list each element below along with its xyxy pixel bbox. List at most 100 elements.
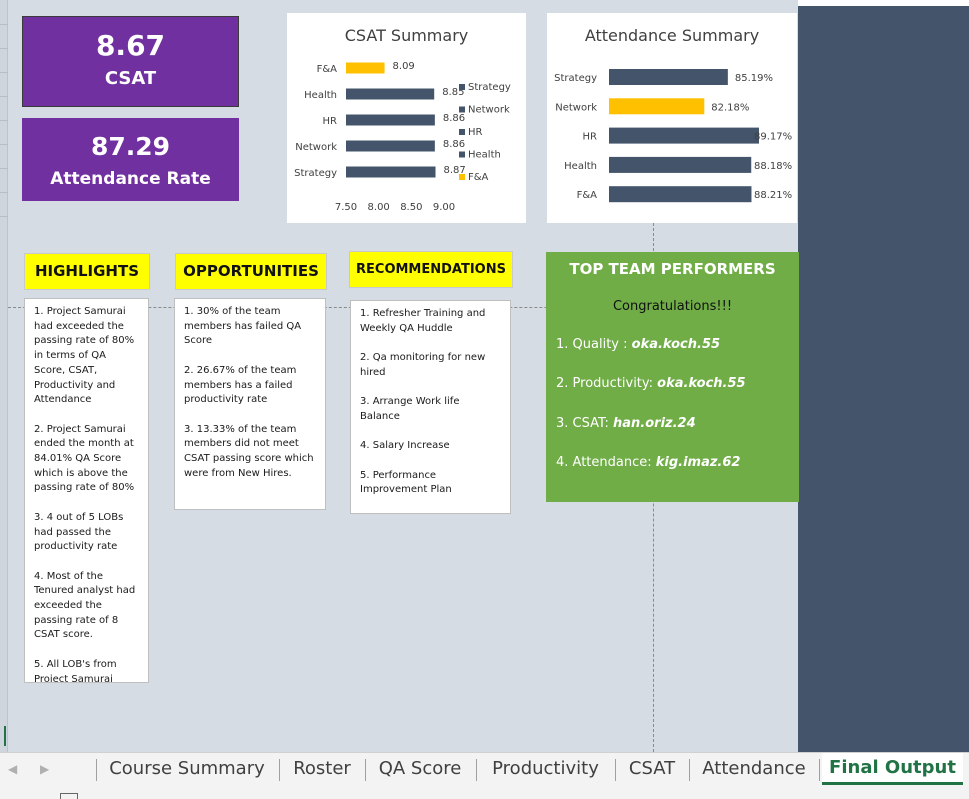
highlight-item: 1. Project Samurai had exceeded the pass… [34,306,135,406]
highlight-item: 4. Most of the Tenured analyst had excee… [34,570,136,641]
attendance-category-label: HR [583,132,598,143]
csat-legend-label: Health [468,150,501,161]
dark-side-panel [798,0,969,752]
gridline [0,192,8,193]
csat-category-label: F&A [317,64,338,75]
recommendation-item: 3. Arrange Work life Balance [360,396,460,422]
opportunity-item: 1. 30% of the team members has failed QA… [184,306,302,347]
csat-category-label: Strategy [294,168,337,179]
congratulations-text: Congratulations!!! [612,299,733,314]
tab-separator [365,759,366,781]
csat-legend-label: Network [468,105,510,116]
csat-tick-label: 8.00 [368,202,390,213]
tab-separator [279,759,280,781]
attendance-category-label: Health [564,161,597,172]
recommendation-item: 2. Qa monitoring for new hired [360,352,486,378]
csat-data-label: 8.86 [443,113,465,124]
csat-legend-swatch [459,84,465,90]
gridline [0,96,8,97]
tab-course-summary[interactable]: Course Summary [100,755,274,785]
gridline [0,168,8,169]
csat-legend-swatch [459,174,465,180]
performer-label: 4. Attendance: [556,455,656,470]
csat-bar [346,166,436,178]
csat-bar [346,88,435,100]
gridline [0,120,8,121]
attendance-bar [609,156,752,173]
panel-top-strip [798,0,969,6]
recommendation-item: 1. Refresher Training and Weekly QA Hudd… [360,308,486,334]
attendance-bar [609,186,752,203]
csat-kpi-card: 8.67 CSAT [22,16,239,107]
tab-csat[interactable]: CSAT [619,755,685,785]
tab-final-output[interactable]: Final Output [822,753,963,785]
attendance-data-label: 88.18% [754,161,792,172]
attendance-bar [609,98,705,115]
recommendations-textbox[interactable]: 1. Refresher Training and Weekly QA Hudd… [350,300,511,514]
highlights-header: HIGHLIGHTS [24,253,150,290]
attendance-bar [609,127,759,144]
attendance-kpi-value: 87.29 [90,132,171,161]
sheet-view-icon[interactable] [60,793,78,799]
row-header-strip [0,0,8,752]
csat-kpi-value: 8.67 [95,29,166,62]
tab-productivity[interactable]: Productivity [480,755,611,785]
csat-data-label: 8.86 [443,139,465,150]
attendance-summary-chart[interactable]: Attendance Summary Strategy 85.19% Network… [547,13,797,223]
attendance-bar [609,69,728,85]
tab-separator [819,759,820,781]
worksheet-canvas[interactable]: 8.67 CSAT 87.29 Attendance Rate CSAT Sum… [0,0,969,752]
csat-legend-swatch [459,106,465,113]
performer-name: oka.koch.55 [657,376,746,391]
tab-attendance[interactable]: Attendance [693,755,815,785]
csat-category-label: Network [295,142,337,153]
performer-csat: 3. CSAT: han.oriz.24 [556,416,696,431]
csat-legend-label: F&A [468,172,489,183]
csat-legend-swatch [459,129,465,135]
attendance-data-label: 88.21% [754,190,792,201]
performer-name: han.oriz.24 [613,416,696,431]
opportunity-item: 3. 13.33% of the team members did not me… [184,423,314,479]
opportunities-textbox[interactable]: 1. 30% of the team members has failed QA… [174,298,326,510]
performer-label: 2. Productivity: [556,376,658,391]
csat-tick-label: 8.50 [400,202,422,213]
csat-legend-label: Strategy [468,82,511,93]
csat-legend-label: HR [468,127,483,138]
csat-legend-swatch [459,151,465,158]
next-sheet-arrow-icon[interactable]: ▶ [40,762,49,776]
prev-sheet-arrow-icon[interactable]: ◀ [8,762,17,776]
status-bar [0,786,969,799]
performer-attendance: 4. Attendance: kig.imaz.62 [556,455,740,470]
csat-bar [346,62,385,74]
attendance-category-label: F&A [577,190,598,201]
highlight-item: 2. Project Samurai ended the month at 84… [34,423,135,494]
csat-category-label: HR [323,116,338,127]
top-performers-card[interactable]: TOP TEAM PERFORMERS Congratulations!!! 1… [546,252,799,502]
attendance-data-label: 85.19% [735,73,773,84]
csat-bar [346,114,435,126]
tab-separator [476,759,477,781]
gridline [0,48,8,49]
tab-separator [689,759,690,781]
tab-separator [96,759,97,781]
sheet-marker [4,726,6,746]
highlights-textbox[interactable]: 1. Project Samurai had exceeded the pass… [24,298,149,683]
gridline [0,216,8,217]
csat-tick-label: 7.50 [335,202,357,213]
opportunity-item: 2. 26.67% of the team members has a fail… [184,364,297,406]
attendance-category-label: Strategy [554,73,597,84]
tab-roster[interactable]: Roster [283,755,361,785]
recommendations-header: RECOMMENDATIONS [349,251,513,288]
attendance-kpi-label: Attendance Rate [50,169,211,189]
tab-qa-score[interactable]: QA Score [369,755,471,785]
gridline [0,144,8,145]
highlight-item: 3. 4 out of 5 LOBs had passed the produc… [34,511,124,553]
csat-summary-chart[interactable]: CSAT Summary F&A 8.09 Health 8.85 HR 8.86 Netw… [287,13,526,223]
attendance-data-label: 82.18% [711,102,749,113]
gridline [0,24,8,25]
gridline [0,72,8,73]
csat-bar [346,140,435,152]
highlight-item: 5. All LOB's from Project Samurai have [34,658,117,683]
performer-label: 1. Quality : [556,337,632,352]
attendance-chart-svg: Strategy 85.19% Network 82.18% HR 89.17% Healt… [554,69,792,203]
